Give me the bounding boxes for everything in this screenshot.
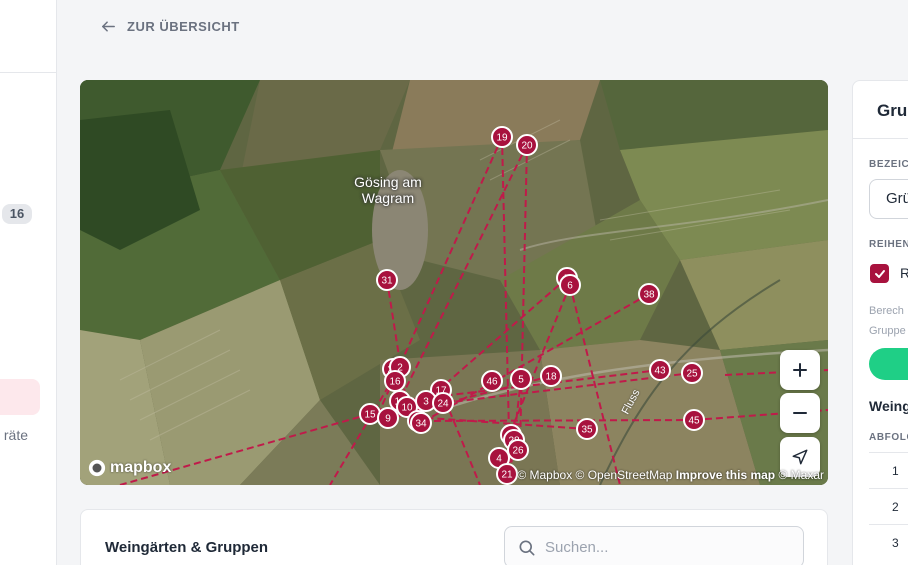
map-marker-label: 31	[381, 276, 393, 287]
attribution-osm[interactable]: © OpenStreetMap	[576, 468, 673, 482]
map-marker-label: 5	[518, 375, 524, 386]
map-marker-label: 16	[389, 377, 401, 388]
map-marker-label: 19	[496, 133, 508, 144]
map-marker-label: 10	[401, 403, 413, 414]
vineyards-subheading: Weing	[869, 398, 908, 414]
vineyards-groups-card: Weingärten & Gruppen	[80, 509, 828, 565]
satellite-imagery: 1920317638222161746518432515912103243334…	[80, 80, 828, 485]
map-marker[interactable]: 24	[432, 392, 454, 414]
sidebar-count-badge: 16	[2, 204, 32, 224]
hint-line-2: Gruppe	[869, 325, 906, 337]
name-field-label: BEZEICH	[869, 159, 908, 170]
table-row[interactable]: 1	[869, 452, 908, 488]
panel-title: Gru	[877, 101, 908, 120]
map-marker-label: 4	[496, 454, 502, 465]
table-row[interactable]: 3	[869, 524, 908, 560]
mapbox-mark-icon	[88, 459, 106, 477]
group-panel: Gru BEZEICH Grü REIHEN R Berech Gruppe W…	[852, 80, 908, 565]
map-marker[interactable]: 45	[683, 409, 705, 431]
map-marker-label: 20	[521, 141, 533, 152]
map-marker[interactable]: 26	[507, 439, 529, 461]
mapbox-logo[interactable]: mapbox	[88, 459, 171, 477]
attribution-maxar[interactable]: © Maxar	[778, 468, 824, 482]
search-input[interactable]	[545, 527, 795, 565]
back-to-overview-link[interactable]: ZUR ÜBERSICHT	[100, 18, 240, 35]
locate-arrow-icon	[792, 449, 808, 465]
map-marker[interactable]: 18	[540, 365, 562, 387]
map-marker[interactable]: 20	[516, 134, 538, 156]
mapbox-logo-text: mapbox	[110, 459, 172, 476]
hint-line-1: Berech	[869, 305, 904, 317]
map-marker-label: 45	[688, 416, 700, 427]
map-marker-label: 3	[423, 397, 429, 408]
map-marker-label: 9	[385, 414, 391, 425]
order-checkbox[interactable]	[870, 264, 889, 283]
map-marker-label: 38	[643, 290, 655, 301]
arrow-left-icon	[102, 21, 115, 32]
map-marker[interactable]: 35	[576, 418, 598, 440]
map-marker[interactable]: 31	[376, 269, 398, 291]
name-field[interactable]: Grü	[869, 179, 908, 219]
map-marker[interactable]: 38	[638, 283, 660, 305]
map-marker-label: 6	[567, 281, 573, 292]
plus-icon	[793, 363, 807, 377]
attribution-mapbox[interactable]: © Mapbox	[517, 468, 572, 482]
improve-map-link[interactable]: Improve this map	[676, 468, 775, 482]
search-box[interactable]	[504, 526, 804, 565]
sidebar: 16 räte	[0, 0, 57, 565]
map-view[interactable]: 1920317638222161746518432515912103243334…	[80, 80, 828, 485]
map-marker-label: 25	[686, 369, 698, 380]
map-marker[interactable]: 25	[681, 362, 703, 384]
map-marker-label: 24	[437, 399, 449, 410]
map-marker[interactable]: 16	[384, 370, 406, 392]
minus-icon	[793, 412, 807, 414]
map-marker[interactable]: 5	[510, 368, 532, 390]
sidebar-divider	[0, 72, 56, 73]
map-marker-label: 34	[415, 419, 427, 430]
map-marker[interactable]: 21	[496, 463, 518, 485]
card-title: Weingärten & Gruppen	[105, 539, 269, 556]
map-marker-label: 46	[486, 377, 498, 388]
search-icon	[519, 540, 535, 556]
map-marker[interactable]: 9	[377, 407, 399, 429]
order-field-label: REIHEN	[869, 239, 908, 250]
map-marker-label: 18	[545, 372, 557, 383]
map-attribution: © Mapbox © OpenStreetMap Improve this ma…	[517, 468, 824, 482]
map-marker-label: 35	[581, 425, 593, 436]
map-marker[interactable]: 34	[410, 412, 432, 434]
map-marker[interactable]: 19	[491, 126, 513, 148]
back-link-label: ZUR ÜBERSICHT	[127, 19, 240, 34]
table-row[interactable]: 2	[869, 488, 908, 524]
map-marker-label: 26	[512, 446, 524, 457]
map-marker-label: 21	[501, 470, 513, 481]
town-label: Gösing am Wagram	[354, 174, 422, 206]
check-icon	[874, 269, 885, 278]
map-marker[interactable]: 6	[559, 274, 581, 296]
map-marker[interactable]: 46	[481, 370, 503, 392]
order-checkbox-label: R	[900, 265, 908, 281]
sidebar-item-active[interactable]	[0, 379, 40, 415]
map-marker-label: 15	[364, 410, 376, 421]
map-marker[interactable]: 15	[359, 403, 381, 425]
sequence-column-header: ABFOLG	[869, 432, 908, 443]
map-marker-label: 43	[654, 366, 666, 377]
primary-action-button[interactable]	[869, 348, 908, 380]
panel-divider	[853, 138, 908, 139]
map-marker[interactable]: 43	[649, 359, 671, 381]
zoom-out-button[interactable]	[780, 393, 820, 433]
zoom-in-button[interactable]	[780, 350, 820, 390]
